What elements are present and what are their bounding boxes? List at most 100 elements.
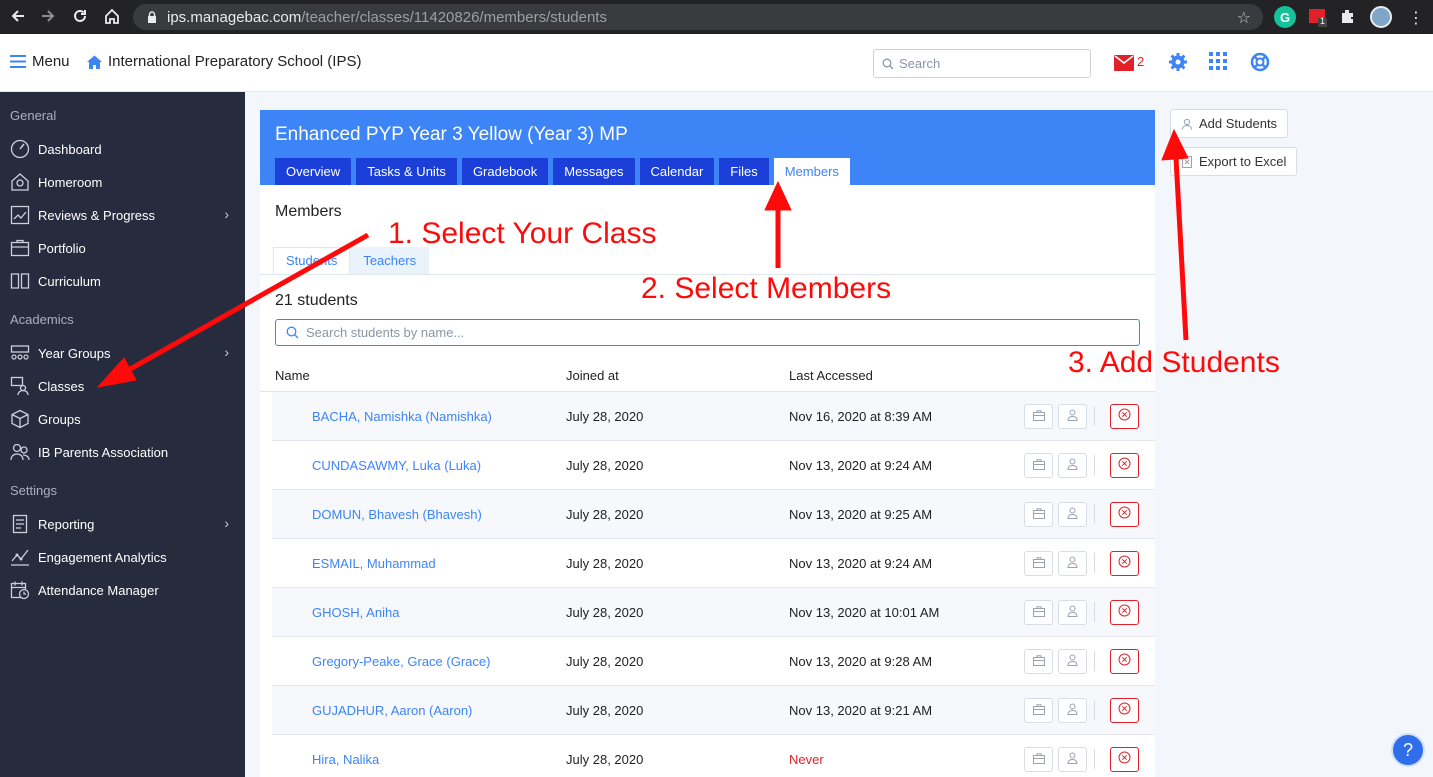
user-icon	[1067, 506, 1078, 524]
home-icon[interactable]	[96, 7, 128, 25]
tab-members[interactable]: Members	[773, 158, 850, 185]
remove-student-button[interactable]	[1110, 600, 1139, 625]
help-label: ?	[1402, 739, 1413, 760]
student-profile-button[interactable]	[1058, 404, 1087, 429]
mail-count: 2	[1137, 54, 1145, 69]
tab-files[interactable]: Files	[719, 158, 769, 185]
tab-tasks-units[interactable]: Tasks & Units	[356, 158, 457, 185]
tab-messages[interactable]: Messages	[553, 158, 635, 185]
column-header-name[interactable]: Name	[275, 368, 310, 383]
reporting-icon	[10, 514, 30, 534]
sidebar-item-portfolio[interactable]: Portfolio	[10, 236, 235, 260]
student-name-link[interactable]: DOMUN, Bhavesh (Bhavesh)	[312, 507, 482, 522]
student-profile-button[interactable]	[1058, 600, 1087, 625]
student-name-link[interactable]: Gregory-Peake, Grace (Grace)	[312, 654, 490, 669]
class-title: Enhanced PYP Year 3 Yellow (Year 3) MP	[275, 124, 628, 145]
class-header: Enhanced PYP Year 3 Yellow (Year 3) MP O…	[260, 110, 1155, 185]
sidebar-item-engagement-analytics[interactable]: Engagement Analytics	[10, 545, 235, 569]
sidebar-item-reporting[interactable]: Reporting ›	[10, 512, 235, 536]
row-action-separator	[1094, 406, 1095, 426]
sidebar-item-homeroom[interactable]: Homeroom	[10, 170, 235, 194]
extension-badge-icon[interactable]: 1	[1306, 6, 1328, 28]
student-name-link[interactable]: BACHA, Namishka (Namishka)	[312, 409, 492, 424]
student-search-input[interactable]: Search students by name...	[275, 319, 1140, 346]
portfolio-button[interactable]	[1024, 404, 1053, 429]
student-profile-button[interactable]	[1058, 698, 1087, 723]
column-header-joined[interactable]: Joined at	[566, 368, 619, 383]
briefcase-icon	[1032, 751, 1045, 769]
chart-icon	[10, 205, 30, 225]
help-button[interactable]: ?	[1391, 733, 1425, 767]
sidebar-item-curriculum[interactable]: Curriculum	[10, 269, 235, 293]
lifebuoy-help-icon[interactable]	[1250, 52, 1270, 72]
mail-icon[interactable]	[1114, 55, 1134, 71]
forward-icon[interactable]	[32, 8, 64, 24]
subtab-teachers[interactable]: Teachers	[350, 247, 430, 274]
briefcase-icon	[1032, 653, 1045, 671]
column-header-last-accessed[interactable]: Last Accessed	[789, 368, 873, 383]
sidebar-item-classes[interactable]: Classes	[10, 374, 235, 398]
address-bar[interactable]: ips.managebac.com/teacher/classes/114208…	[133, 4, 1263, 30]
export-to-excel-button[interactable]: Export to Excel	[1170, 147, 1298, 176]
row-action-separator	[1094, 455, 1095, 475]
student-profile-button[interactable]	[1058, 453, 1087, 478]
sidebar-item-dashboard[interactable]: Dashboard	[10, 137, 235, 161]
student-profile-button[interactable]	[1058, 551, 1087, 576]
extensions-puzzle-icon[interactable]	[1338, 6, 1360, 28]
student-name-link[interactable]: GHOSH, Aniha	[312, 605, 399, 620]
student-name-link[interactable]: CUNDASAWMY, Luka (Luka)	[312, 458, 481, 473]
remove-circle-icon	[1118, 457, 1131, 475]
sidebar-item-year-groups[interactable]: Year Groups ›	[10, 341, 235, 365]
tab-overview[interactable]: Overview	[275, 158, 352, 185]
remove-student-button[interactable]	[1110, 453, 1139, 478]
sidebar-item-reviews-progress[interactable]: Reviews & Progress ›	[10, 203, 235, 227]
sidebar-item-groups[interactable]: Groups	[10, 407, 235, 431]
subtab-students[interactable]: Students	[273, 247, 351, 274]
student-name-link[interactable]: ESMAIL, Muhammad	[312, 556, 436, 571]
student-name-link[interactable]: Hira, Nalika	[312, 752, 379, 767]
portfolio-button[interactable]	[1024, 551, 1053, 576]
chevron-right-icon: ›	[224, 515, 229, 531]
global-search-input[interactable]: Search	[873, 49, 1091, 78]
apps-grid-icon[interactable]	[1209, 52, 1227, 70]
add-students-button[interactable]: Add Students	[1170, 109, 1289, 138]
table-row: DOMUN, Bhavesh (Bhavesh) July 28, 2020 Nov…	[272, 490, 1155, 539]
cube-icon	[10, 409, 30, 429]
remove-student-button[interactable]	[1110, 551, 1139, 576]
tab-calendar[interactable]: Calendar	[639, 158, 715, 185]
menu-button[interactable]: Menu	[10, 53, 70, 70]
portfolio-button[interactable]	[1024, 747, 1053, 772]
student-profile-button[interactable]	[1058, 649, 1087, 674]
last-accessed: Never	[789, 752, 824, 767]
student-profile-button[interactable]	[1058, 747, 1087, 772]
reload-icon[interactable]	[64, 8, 96, 24]
sidebar-item-attendance-manager[interactable]: Attendance Manager	[10, 578, 235, 602]
user-icon	[1067, 751, 1078, 769]
sidebar-item-ib-parents-association[interactable]: IB Parents Association	[10, 440, 235, 464]
grammarly-extension-icon[interactable]: G	[1274, 6, 1296, 28]
class-tabs: Overview Tasks & Units Gradebook Message…	[275, 158, 855, 185]
remove-circle-icon	[1118, 702, 1131, 720]
bookmark-star-icon[interactable]: ☆	[1237, 8, 1251, 28]
joined-date: July 28, 2020	[566, 605, 644, 620]
student-name-link[interactable]: GUJADHUR, Aaron (Aaron)	[312, 703, 472, 718]
remove-student-button[interactable]	[1110, 747, 1139, 772]
gear-icon[interactable]	[1168, 52, 1188, 72]
back-icon[interactable]	[2, 8, 34, 24]
portfolio-button[interactable]	[1024, 649, 1053, 674]
tab-gradebook[interactable]: Gradebook	[461, 158, 549, 185]
remove-student-button[interactable]	[1110, 404, 1139, 429]
briefcase-icon	[1032, 506, 1045, 524]
portfolio-button[interactable]	[1024, 453, 1053, 478]
school-link[interactable]: International Preparatory School (IPS)	[86, 53, 361, 70]
portfolio-button[interactable]	[1024, 502, 1053, 527]
remove-student-button[interactable]	[1110, 502, 1139, 527]
student-profile-button[interactable]	[1058, 502, 1087, 527]
briefcase-icon	[1032, 408, 1045, 426]
remove-student-button[interactable]	[1110, 698, 1139, 723]
portfolio-button[interactable]	[1024, 600, 1053, 625]
profile-avatar-icon[interactable]	[1370, 6, 1392, 28]
remove-student-button[interactable]	[1110, 649, 1139, 674]
browser-menu-icon[interactable]: ⋮	[1408, 8, 1424, 28]
portfolio-button[interactable]	[1024, 698, 1053, 723]
